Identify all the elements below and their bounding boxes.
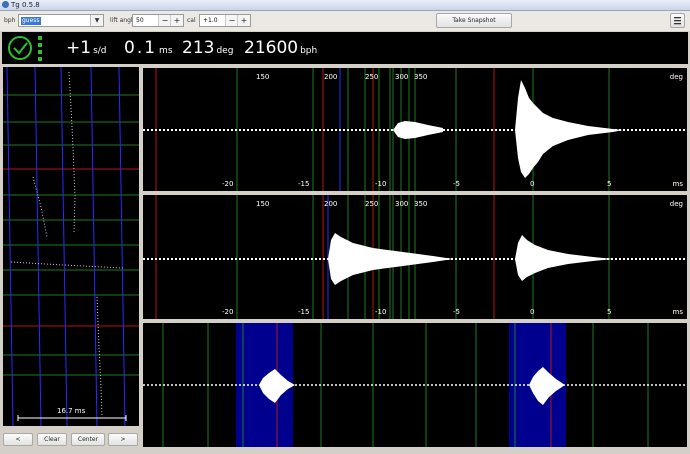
- paperstrip-panel[interactable]: 16.7 ms: [3, 67, 139, 426]
- ms-unit-label: ms: [672, 180, 683, 188]
- cal-spinner[interactable]: +1.0 − +: [199, 14, 251, 27]
- ms-tick-minus20: -20: [222, 308, 234, 316]
- toc-waveform-panel: 150 200 250 300 350 deg -20 -15 -10 -5 0…: [143, 195, 687, 319]
- toc-waveform: [143, 195, 687, 319]
- take-snapshot-button[interactable]: Take Snapshot: [436, 13, 512, 28]
- plus-icon[interactable]: +: [170, 15, 183, 26]
- lift-angle-spinner[interactable]: 50 − +: [132, 14, 184, 27]
- bph-value: 21600: [244, 38, 299, 58]
- scroll-left-button[interactable]: <: [3, 433, 33, 446]
- deg-tick-150: 150: [256, 73, 270, 81]
- status-bar: +1 s/d 0.1 ms 213 deg 21600 bph: [2, 32, 688, 64]
- amplitude-readout: 213 deg: [182, 38, 233, 58]
- beat-error-readout: 0.1 ms: [124, 38, 173, 58]
- bph-readout: 21600 bph: [244, 38, 317, 58]
- deg-unit-label: deg: [669, 73, 683, 81]
- center-button[interactable]: Center: [71, 433, 105, 446]
- paperstrip-plot: [3, 67, 139, 426]
- bph-combo-value: guess: [21, 17, 41, 25]
- tic-waveform: [143, 68, 687, 191]
- ms-tick-minus15: -15: [298, 308, 310, 316]
- ms-tick-minus5: -5: [453, 308, 460, 316]
- bph-label: bph: [4, 17, 16, 24]
- deg-tick-300: 300: [395, 73, 409, 81]
- deg-tick-300: 300: [395, 200, 409, 208]
- deg-unit-label: deg: [669, 200, 683, 208]
- beat-error-value: 0.1: [124, 38, 158, 58]
- tic-main-envelope: [515, 80, 623, 178]
- bph-unit: bph: [300, 46, 318, 56]
- toc-second-envelope: [515, 235, 613, 281]
- scale-bar: [17, 415, 127, 421]
- rate-readout: +1 s/d: [66, 38, 107, 58]
- deg-tick-350: 350: [414, 73, 428, 81]
- ms-tick-minus20: -20: [222, 180, 234, 188]
- amplitude-unit: deg: [216, 46, 234, 56]
- tic-noise-envelope: [393, 121, 443, 139]
- ms-tick-5: 5: [607, 180, 612, 188]
- ms-tick-minus10: -10: [375, 180, 387, 188]
- cal-value: +1.0: [203, 17, 218, 24]
- toolbar: bph guess ▼ lift angle 50 − + cal +1.0 −…: [0, 11, 690, 31]
- scale-label: 16.7 ms: [57, 407, 86, 415]
- ms-unit-label: ms: [672, 308, 683, 316]
- ms-tick-minus15: -15: [298, 180, 310, 188]
- period-waveform: [143, 323, 687, 447]
- period-waveform-panel: [143, 323, 687, 447]
- menu-button[interactable]: [670, 13, 685, 28]
- chevron-down-icon[interactable]: ▼: [90, 15, 103, 26]
- plus-icon[interactable]: +: [237, 15, 250, 26]
- ms-tick-minus10: -10: [375, 308, 387, 316]
- deg-tick-250: 250: [365, 200, 379, 208]
- cal-label: cal: [187, 17, 196, 24]
- clock-icon: [8, 36, 42, 61]
- beat-error-unit: ms: [159, 46, 173, 56]
- ms-tick-0: 0: [530, 308, 535, 316]
- deg-tick-350: 350: [414, 200, 428, 208]
- hamburger-menu-icon: [674, 17, 681, 25]
- clear-button[interactable]: Clear: [37, 433, 67, 446]
- title-bar: Tg 0.5.8: [0, 0, 690, 11]
- lift-angle-value: 50: [136, 17, 144, 24]
- deg-tick-200: 200: [324, 73, 338, 81]
- rate-value: +1: [66, 38, 92, 58]
- window-title: Tg 0.5.8: [11, 1, 40, 9]
- app-icon: [2, 1, 9, 8]
- tic-waveform-panel: 150 200 250 300 350 deg -20 -15 -10 -5 0…: [143, 68, 687, 191]
- scroll-right-button[interactable]: >: [108, 433, 138, 446]
- ms-tick-minus5: -5: [453, 180, 460, 188]
- deg-tick-200: 200: [324, 200, 338, 208]
- ms-tick-0: 0: [530, 180, 535, 188]
- rate-unit: s/d: [93, 46, 107, 56]
- bph-combo[interactable]: guess ▼: [18, 14, 104, 27]
- deg-tick-250: 250: [365, 73, 379, 81]
- deg-tick-150: 150: [256, 200, 270, 208]
- ms-tick-5: 5: [607, 308, 612, 316]
- amplitude-value: 213: [182, 38, 215, 58]
